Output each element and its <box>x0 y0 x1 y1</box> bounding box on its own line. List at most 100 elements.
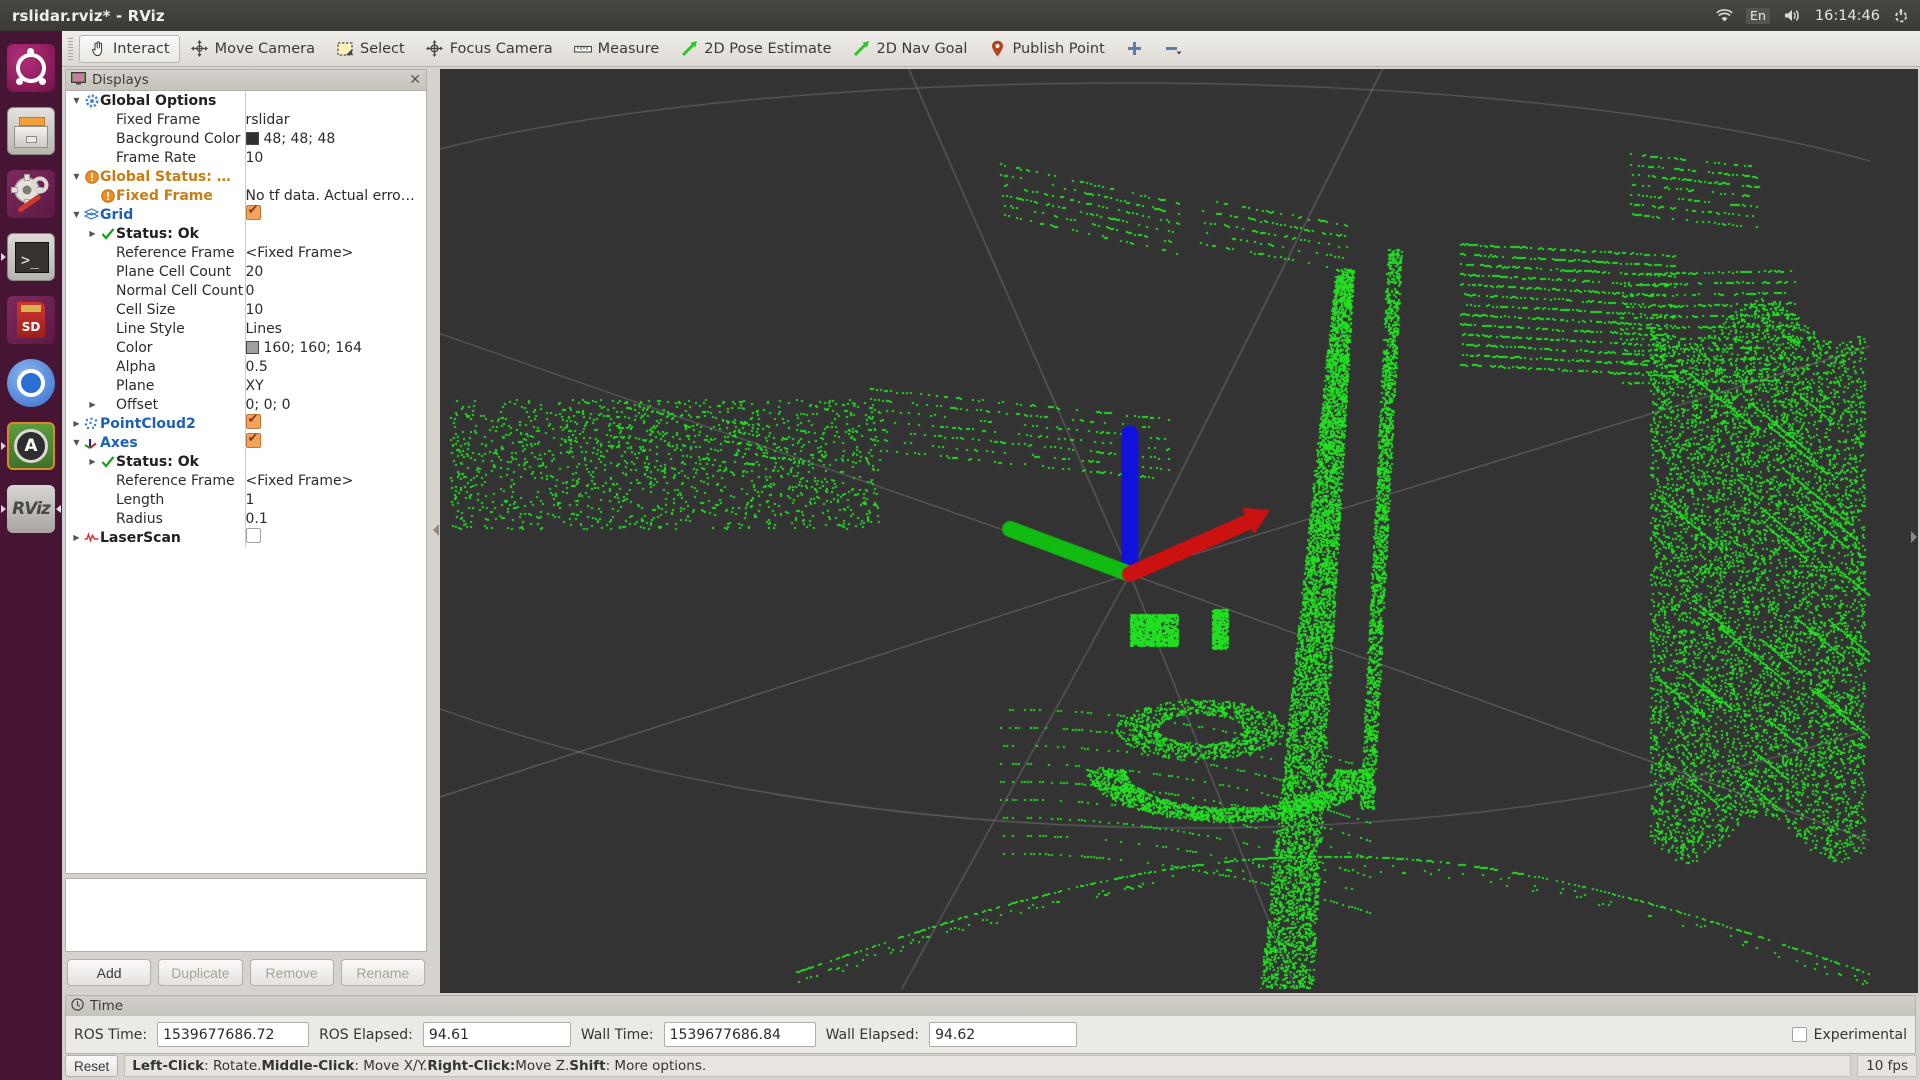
tool-select[interactable]: Select <box>326 35 415 63</box>
display-tree-row[interactable]: Color160; 160; 164 <box>66 338 426 357</box>
display-tree-row[interactable]: Alpha0.5 <box>66 357 426 376</box>
chevron-down-icon[interactable] <box>70 172 83 181</box>
display-tree-row[interactable]: Frame Rate10 <box>66 148 426 167</box>
color-swatch[interactable] <box>246 132 259 145</box>
display-tree-row[interactable]: Global Options <box>66 91 426 110</box>
experimental-checkbox[interactable] <box>1792 1027 1807 1042</box>
chevron-right-icon[interactable] <box>86 400 99 409</box>
keyboard-layout-indicator[interactable]: En <box>1746 8 1770 24</box>
collapse-arrow-icon[interactable] <box>433 524 439 536</box>
display-tree-row[interactable]: Plane Cell Count20 <box>66 262 426 281</box>
enabled-checkbox[interactable] <box>246 414 261 429</box>
display-tree-row[interactable]: Fixed FrameNo tf data. Actual erro… <box>66 186 426 205</box>
display-tree-row[interactable]: Global Status: W... <box>66 167 426 186</box>
chevron-down-icon[interactable] <box>70 96 83 105</box>
tool-publish-point[interactable]: Publish Point <box>978 35 1114 63</box>
launcher-item-sd-card[interactable]: SD <box>0 288 62 351</box>
tool-2d-nav-goal[interactable]: 2D Nav Goal <box>843 35 978 63</box>
tool-interact[interactable]: Interact <box>79 35 180 63</box>
pointcloud-canvas[interactable] <box>440 69 1870 989</box>
launcher-item-rviz[interactable]: RViz <box>0 477 62 540</box>
remove-display-button[interactable]: Remove <box>250 959 334 986</box>
display-tree-row-value[interactable]: rslidar <box>245 110 426 129</box>
tool-add-tool-button[interactable] <box>1116 35 1154 63</box>
launcher-item-files[interactable] <box>0 99 62 162</box>
launcher-item-autoware[interactable]: A <box>0 414 62 477</box>
launcher-item-chromium[interactable] <box>0 351 62 414</box>
chevron-right-icon[interactable] <box>86 229 99 238</box>
chevron-down-icon[interactable] <box>70 438 83 447</box>
wall-elapsed-field[interactable]: 94.62 <box>929 1022 1077 1047</box>
viewport-collapse-arrow-icon[interactable] <box>1911 531 1917 543</box>
wifi-icon[interactable] <box>1716 9 1733 23</box>
enabled-checkbox[interactable] <box>246 528 261 543</box>
display-tree-row[interactable]: PointCloud2 <box>66 414 426 433</box>
display-tree-row[interactable]: Status: Ok <box>66 452 426 471</box>
toolbar-drag-handle[interactable] <box>66 38 75 60</box>
display-tree-row[interactable]: Background Color48; 48; 48 <box>66 129 426 148</box>
power-gear-icon[interactable] <box>1893 8 1909 24</box>
display-tree-row[interactable]: Offset0; 0; 0 <box>66 395 426 414</box>
display-tree-row[interactable]: LaserScan <box>66 528 426 547</box>
display-tree-row-value[interactable]: XY <box>245 376 426 395</box>
reset-button[interactable]: Reset <box>65 1055 118 1077</box>
chevron-right-icon[interactable] <box>86 457 99 466</box>
duplicate-display-button[interactable]: Duplicate <box>158 959 242 986</box>
display-tree-row-value <box>245 205 426 224</box>
display-tree-row[interactable]: Status: Ok <box>66 224 426 243</box>
dock-splitter[interactable] <box>431 67 440 993</box>
display-tree-row[interactable]: Reference Frame<Fixed Frame> <box>66 471 426 490</box>
display-tree-row[interactable]: PlaneXY <box>66 376 426 395</box>
ros-time-field[interactable]: 1539677686.72 <box>157 1022 309 1047</box>
displays-tree[interactable]: Global OptionsFixed FramerslidarBackgrou… <box>65 90 427 874</box>
chevron-right-icon[interactable] <box>70 419 83 428</box>
ros-elapsed-field[interactable]: 94.61 <box>423 1022 571 1047</box>
system-clock[interactable]: 16:14:46 <box>1815 8 1880 24</box>
3d-render-viewport[interactable] <box>440 69 1918 993</box>
display-tree-row-value[interactable]: Lines <box>245 319 426 338</box>
tool-2d-pose-estimate[interactable]: 2D Pose Estimate <box>670 35 841 63</box>
display-tree-row-value[interactable]: 0 <box>245 281 426 300</box>
enabled-checkbox[interactable] <box>246 205 261 220</box>
tool-focus-camera[interactable]: Focus Camera <box>416 35 563 63</box>
display-tree-row-value[interactable]: 0.1 <box>245 509 426 528</box>
volume-icon[interactable] <box>1783 8 1802 23</box>
display-tree-row-value[interactable]: 20 <box>245 262 426 281</box>
display-tree-row[interactable]: Grid <box>66 205 426 224</box>
display-tree-row[interactable]: Fixed Framerslidar <box>66 110 426 129</box>
experimental-toggle[interactable]: Experimental <box>1792 1027 1907 1043</box>
display-tree-row-value[interactable]: No tf data. Actual erro… <box>245 186 426 205</box>
close-icon[interactable]: ✕ <box>409 74 421 86</box>
display-tree-row[interactable]: Line StyleLines <box>66 319 426 338</box>
display-tree-row[interactable]: Cell Size10 <box>66 300 426 319</box>
tool-remove-tool-button[interactable] <box>1155 35 1193 63</box>
display-tree-row[interactable]: Normal Cell Count0 <box>66 281 426 300</box>
select-rect-icon <box>336 40 354 58</box>
display-tree-row[interactable]: Reference Frame<Fixed Frame> <box>66 243 426 262</box>
ruler-icon <box>574 40 592 58</box>
launcher-item-ubuntu-dash[interactable] <box>0 36 62 99</box>
display-tree-row-value[interactable]: 0; 0; 0 <box>245 395 426 414</box>
display-tree-row-value[interactable]: 1 <box>245 490 426 509</box>
chevron-right-icon[interactable] <box>70 533 83 542</box>
launcher-item-system-settings[interactable] <box>0 162 62 225</box>
display-tree-row-value[interactable]: 160; 160; 164 <box>245 338 426 357</box>
wall-time-field[interactable]: 1539677686.84 <box>664 1022 816 1047</box>
display-tree-row[interactable]: Axes <box>66 433 426 452</box>
add-display-button[interactable]: Add <box>67 959 151 986</box>
chevron-down-icon[interactable] <box>70 210 83 219</box>
display-tree-row-value[interactable]: <Fixed Frame> <box>245 471 426 490</box>
display-tree-row-value[interactable]: <Fixed Frame> <box>245 243 426 262</box>
rename-display-button[interactable]: Rename <box>341 959 425 986</box>
display-tree-row[interactable]: Length1 <box>66 490 426 509</box>
enabled-checkbox[interactable] <box>246 433 261 448</box>
color-swatch[interactable] <box>246 341 259 354</box>
display-tree-row-value[interactable]: 10 <box>245 300 426 319</box>
display-tree-row-value[interactable]: 0.5 <box>245 357 426 376</box>
display-tree-row-value[interactable]: 10 <box>245 148 426 167</box>
launcher-item-terminal[interactable]: >_ <box>0 225 62 288</box>
tool-move-camera[interactable]: Move Camera <box>181 35 325 63</box>
display-tree-row-value[interactable]: 48; 48; 48 <box>245 129 426 148</box>
display-tree-row[interactable]: Radius0.1 <box>66 509 426 528</box>
tool-measure[interactable]: Measure <box>564 35 670 63</box>
